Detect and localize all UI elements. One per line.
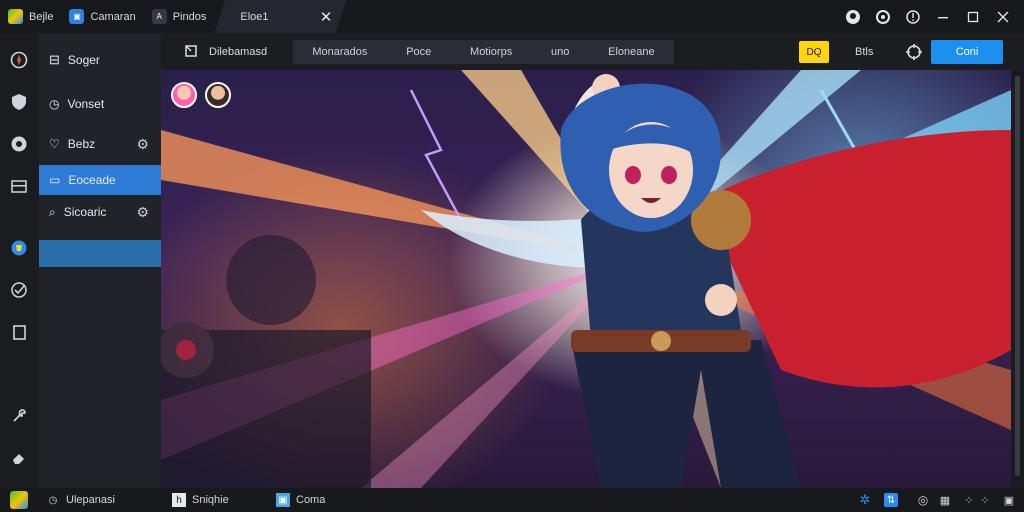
grid-icon[interactable]: ⁘ [962, 488, 976, 512]
shield-icon[interactable] [8, 91, 30, 113]
toolbar-tabs: Monarados Poce Motiorps uno Eloneane [293, 40, 674, 64]
status-item-label: Coma [296, 494, 326, 506]
tab-label: Pindos [172, 10, 207, 23]
toolbar-tab[interactable]: Eloneane [608, 46, 655, 58]
toolbar-tab[interactable]: Motiorps [470, 46, 512, 58]
avatar[interactable] [171, 82, 197, 108]
network-icon[interactable]: ⇅ [884, 488, 898, 512]
close-window-icon[interactable] [988, 0, 1018, 33]
game-scene-image [161, 70, 1011, 488]
back-icon: ⊟ [49, 52, 60, 67]
app-logo-icon [10, 488, 28, 512]
menu-item-label: Soger [67, 53, 100, 67]
minimize-icon[interactable] [928, 0, 958, 33]
terminal-icon: h [172, 493, 186, 507]
layers-icon[interactable] [8, 175, 30, 197]
expand-icon[interactable]: ▣ [1002, 488, 1016, 512]
scrollbar-thumb[interactable] [1015, 76, 1020, 476]
tab-camaran[interactable]: ▣ Camaran [61, 0, 143, 33]
filter-button[interactable]: Btls [847, 40, 881, 64]
menu-item-soger[interactable]: ⊟ Soger [39, 45, 161, 75]
clock-icon: ◷ [49, 97, 60, 111]
window-icon: ▣ [69, 9, 85, 24]
search-icon: ⌕ [49, 204, 56, 219]
status-bar: ◷ Ulepanasi h Sniqhie ▣ Coma ✲ ⇅ ◎ ▦ ⁘ ⁘… [0, 488, 1024, 512]
blocks-icon[interactable]: ▦ [938, 488, 952, 512]
toolbar-tab[interactable]: uno [551, 46, 569, 58]
help-icon[interactable] [898, 0, 928, 33]
store-icon[interactable] [8, 237, 30, 259]
tab-eloe1[interactable]: Eloe1 ✕ [214, 0, 347, 33]
tab-label: Eloe1 [240, 10, 269, 23]
settings-icon[interactable]: ✲ [858, 488, 872, 512]
chat-icon[interactable] [8, 133, 30, 155]
image-icon: ▣ [276, 493, 290, 507]
status-item-1[interactable]: h Sniqhie [172, 488, 229, 512]
close-tab-icon[interactable]: ✕ [320, 8, 333, 26]
status-item-2[interactable]: ▣ Coma [276, 488, 325, 512]
menu-item-vonset[interactable]: ◷ Vonset [39, 89, 161, 119]
primary-button[interactable]: Coni [931, 40, 1003, 64]
copy-icon[interactable] [8, 321, 30, 343]
dq-button[interactable]: DQ [799, 41, 829, 63]
menu-item-sicoaric[interactable]: ⌕ Sicoaric ⚙ [39, 197, 161, 227]
game-view[interactable] [161, 70, 1011, 488]
scrollbar[interactable] [1011, 70, 1024, 488]
tab-label: Camaran [90, 10, 136, 23]
progress-bar [39, 240, 161, 267]
avatar[interactable] [205, 82, 231, 108]
check-icon[interactable] [8, 279, 30, 301]
toolbar-title: Dilebamasd [209, 46, 268, 58]
globe-icon[interactable]: ◎ [916, 488, 930, 512]
icon-rail [0, 33, 39, 512]
toolbar-tab[interactable]: Monarados [312, 46, 367, 58]
gear-icon[interactable]: ⚙ [136, 136, 149, 153]
menu-item-label: Bebz [67, 137, 96, 151]
title-bar: Bejle ▣ Camaran A Pindos Eloe1 ✕ [0, 0, 1024, 33]
maximize-icon[interactable] [958, 0, 988, 33]
menu-item-eoceade[interactable]: ▭ Eoceade [39, 165, 161, 195]
side-menu: ⊟ Soger ◷ Vonset ♡ Bebz ⚙ ▭ Eoceade ⌕ Si… [39, 33, 161, 488]
screen-icon: ▭ [49, 173, 61, 187]
image-icon: A [151, 9, 167, 24]
app-logo-icon [8, 9, 23, 24]
toolbar: Dilebamasd Monarados Poce Motiorps uno E… [161, 33, 1024, 70]
tab-bejle[interactable]: Bejle [0, 0, 61, 33]
grid-icon[interactable]: ⁘ [978, 488, 992, 512]
clock-icon: ◷ [48, 494, 58, 506]
status-left-label: Ulepanasi [66, 494, 115, 506]
menu-item-label: Eoceade [68, 173, 116, 187]
tab-pindos[interactable]: A Pindos [144, 0, 215, 33]
heart-icon: ♡ [49, 137, 60, 151]
tools-icon[interactable] [8, 405, 30, 427]
account-icon[interactable] [838, 0, 868, 33]
menu-item-label: Vonset [67, 97, 105, 111]
status-item-label: Sniqhie [192, 494, 229, 506]
menu-item-bebz[interactable]: ♡ Bebz ⚙ [39, 129, 161, 159]
menu-item-label: Sicoaric [63, 205, 107, 219]
compass-icon[interactable] [8, 49, 30, 71]
target-icon[interactable] [897, 40, 931, 64]
tab-label: Bejle [29, 10, 54, 23]
eraser-icon[interactable] [8, 447, 30, 469]
gear-icon[interactable]: ⚙ [136, 204, 149, 221]
settings-icon[interactable] [868, 0, 898, 33]
toolbar-tab[interactable]: Poce [406, 46, 431, 58]
status-left[interactable]: ◷ Ulepanasi [46, 488, 115, 512]
